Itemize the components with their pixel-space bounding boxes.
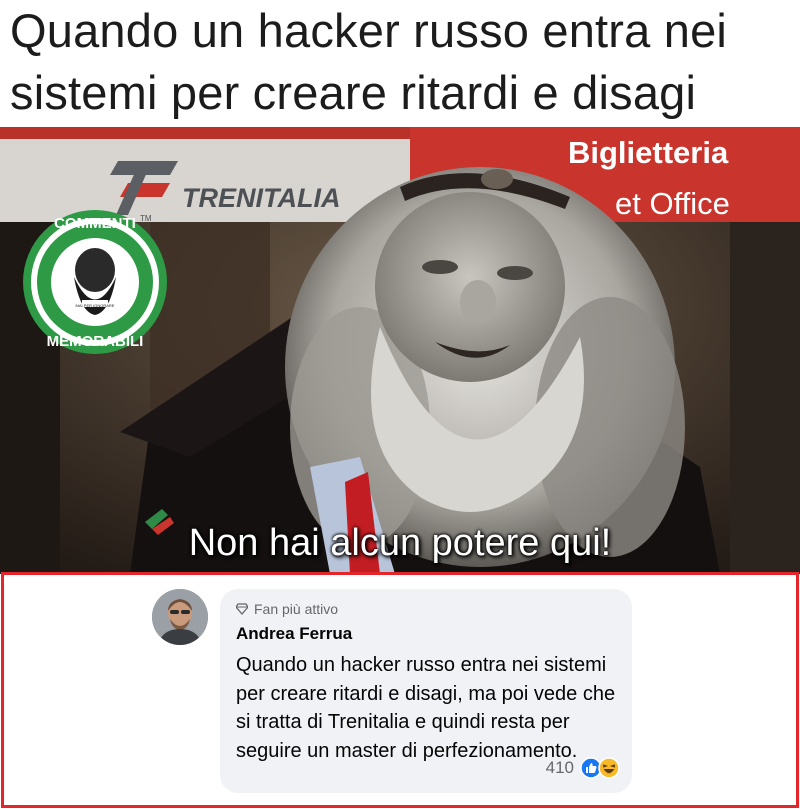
svg-text:COMMENTI: COMMENTI [54,215,136,232]
haha-icon [598,757,620,779]
svg-text:TRENITALIA: TRENITALIA [182,183,340,213]
meme-image: TRENITALIA TM Biglietteria et Office COM… [0,127,800,574]
reaction-summary[interactable]: 410 [546,757,620,779]
comment-author[interactable]: Andrea Ferrua [236,624,352,644]
fan-badge-label: Fan più attivo [254,601,339,617]
svg-text:MEMORABILI: MEMORABILI [47,333,144,350]
meme-title: Quando un hacker russo entra nei sistemi… [10,4,728,119]
commenti-memorabili-watermark: COMMENTI MEMORABILI MAI PER IGNORARE [23,210,167,354]
avatar[interactable] [152,589,208,645]
svg-text:TM: TM [140,214,152,223]
comment-highlight-frame: Fan più attivo Andrea Ferrua Quando un h… [1,572,799,808]
comment-text: Quando un hacker russo entra nei sistemi… [236,654,616,762]
comment-bubble: Fan più attivo Andrea Ferrua Quando un h… [220,589,632,793]
fan-badge: Fan più attivo [236,601,338,617]
svg-text:MAI PER IGNORARE: MAI PER IGNORARE [76,303,115,308]
ticket-office-sign-sub: et Office [615,186,730,221]
ticket-office-sign: Biglietteria [568,135,729,170]
avatar-photo [152,589,208,645]
reaction-count: 410 [545,758,574,777]
diamond-icon [236,603,248,615]
meme-caption: Non hai alcun potere qui! [188,522,612,564]
